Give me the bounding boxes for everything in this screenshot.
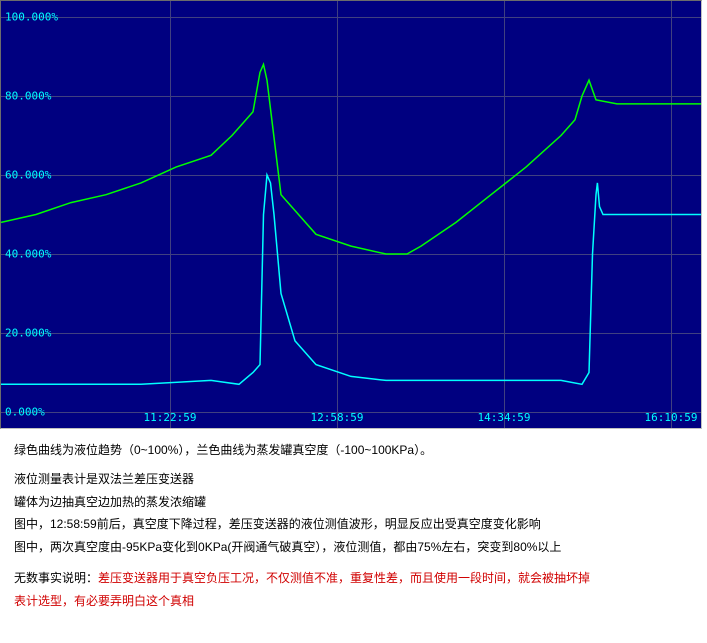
desc-line: 表计选型，有必要弄明白这个真相 xyxy=(14,590,693,613)
desc-highlight: 差压变送器用于真空负压工况，不仅测值不准，重复性差，而且使用一段时间，就会被抽坏… xyxy=(98,571,590,585)
desc-line: 绿色曲线为液位趋势（0~100%），兰色曲线为蒸发罐真空度（-100~100KP… xyxy=(14,439,693,462)
desc-line: 液位测量表计是双法兰差压变送器 xyxy=(14,468,693,491)
series-level xyxy=(1,64,701,254)
trend-chart: 100.000% 80.000% 60.000% 40.000% 20.000%… xyxy=(0,0,702,429)
desc-prefix: 无数事实说明： xyxy=(14,571,98,585)
desc-line: 图中，12:58:59前后，真空度下降过程，差压变送器的液位测值波形，明显反应出… xyxy=(14,513,693,536)
desc-line: 图中，两次真空度由-95KPa变化到0KPa(开阀通气破真空），液位测值，都由7… xyxy=(14,536,693,559)
desc-line: 无数事实说明：差压变送器用于真空负压工况，不仅测值不准，重复性差，而且使用一段时… xyxy=(14,567,693,590)
series-vacuum xyxy=(1,175,701,384)
desc-line: 罐体为边抽真空边加热的蒸发浓缩罐 xyxy=(14,491,693,514)
description-block: 绿色曲线为液位趋势（0~100%），兰色曲线为蒸发罐真空度（-100~100KP… xyxy=(0,429,707,613)
desc-highlight: 表计选型，有必要弄明白这个真相 xyxy=(14,594,194,608)
plot-svg xyxy=(1,1,701,428)
